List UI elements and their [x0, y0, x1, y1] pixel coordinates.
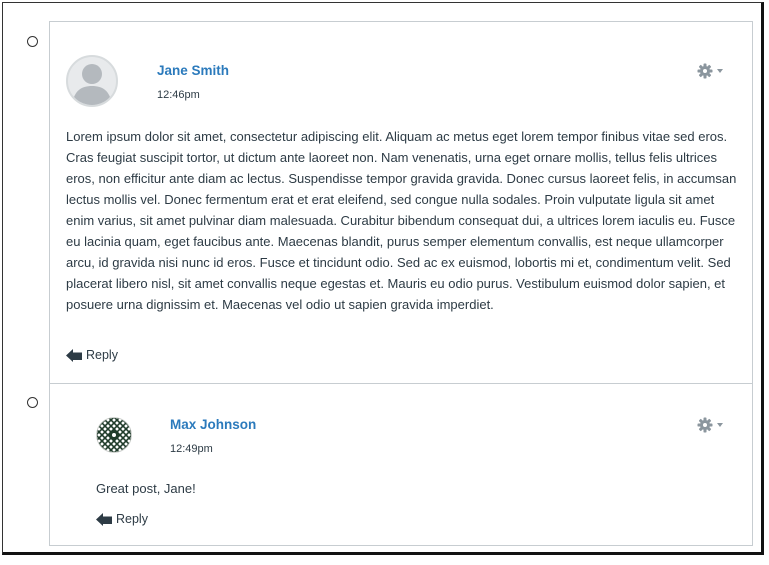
avatar[interactable]: [66, 55, 118, 107]
reply-button[interactable]: Reply: [96, 512, 148, 526]
reply-arrow-icon: [96, 512, 112, 526]
post-timestamp: 12:46pm: [157, 89, 200, 101]
chevron-down-icon: [717, 423, 723, 427]
default-person-avatar-icon: [72, 64, 112, 105]
author-name-link[interactable]: Jane Smith: [157, 63, 229, 78]
reply-arrow-icon: [66, 348, 82, 362]
post-body: Lorem ipsum dolor sit amet, consectetur …: [66, 129, 737, 312]
reply-label: Reply: [86, 348, 118, 362]
discussion-entry: Jane Smith 12:46pm Lorem ipsum dolor sit…: [49, 21, 753, 384]
reply-label: Reply: [116, 512, 148, 526]
post-timestamp: 12:49pm: [170, 443, 213, 455]
discussion-reply-entry: Max Johnson 12:49pm Great post, Jane! Re…: [49, 383, 753, 546]
gear-icon: [697, 63, 723, 79]
reply-button[interactable]: Reply: [66, 348, 118, 362]
bullet-radio: [27, 397, 38, 408]
chevron-down-icon: [717, 69, 723, 73]
entry-settings-menu[interactable]: [697, 416, 727, 434]
entry-settings-menu[interactable]: [697, 62, 727, 80]
bullet-radio: [27, 36, 38, 47]
post-body: Great post, Jane!: [96, 481, 196, 496]
avatar[interactable]: [96, 417, 132, 453]
gear-icon: [697, 417, 723, 433]
author-name-link[interactable]: Max Johnson: [170, 417, 256, 432]
pattern-avatar-icon: [96, 417, 132, 453]
screenshot-frame: Jane Smith 12:46pm Lorem ipsum dolor sit…: [2, 2, 764, 555]
